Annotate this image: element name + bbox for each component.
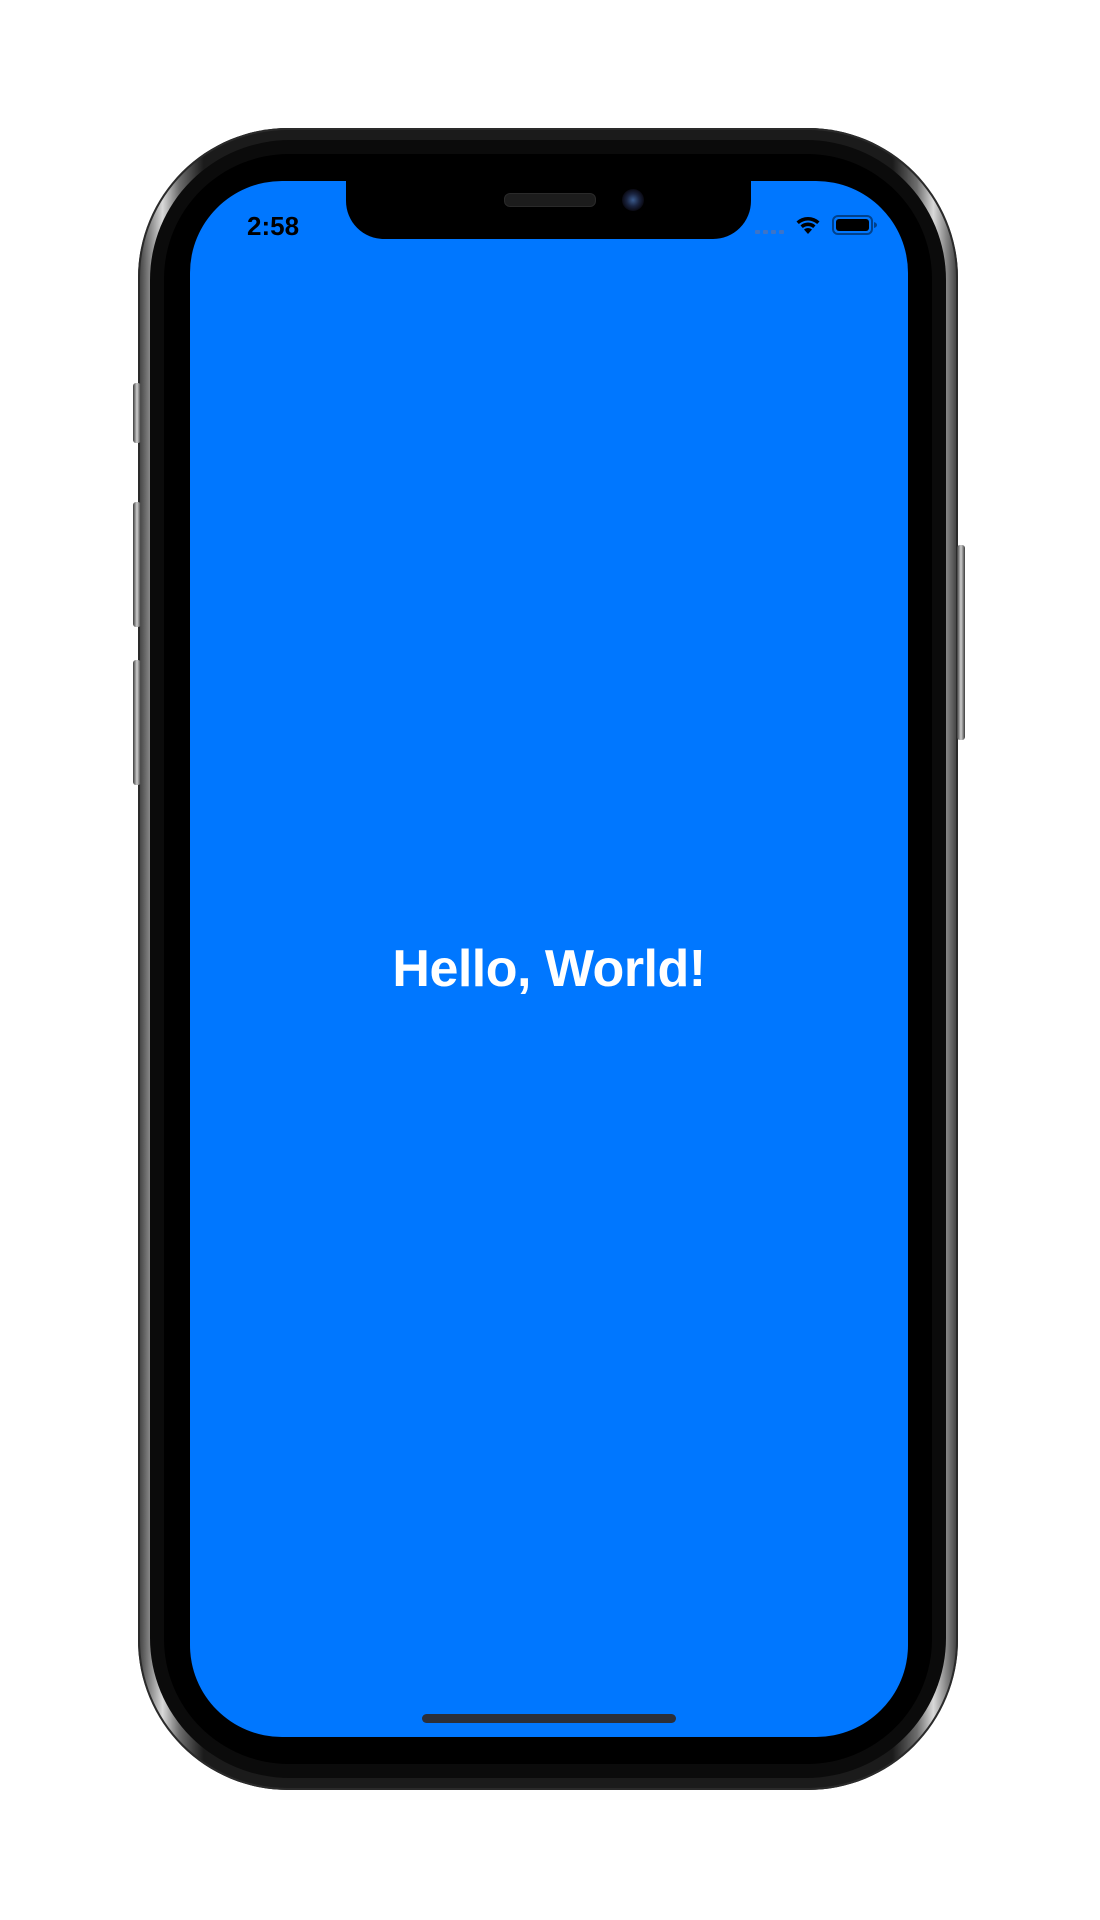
app-screen: 2:58 Hello, World!: [190, 181, 908, 1737]
side-power-button: [957, 545, 965, 740]
silent-switch: [133, 383, 141, 443]
earpiece-speaker: [504, 193, 596, 207]
volume-down-button: [133, 660, 141, 785]
cellular-signal-icon: [755, 216, 784, 234]
camera-notch: [346, 181, 751, 239]
volume-up-button: [133, 502, 141, 627]
hello-world-label: Hello, World!: [392, 940, 706, 998]
status-bar-time: 2:58: [247, 211, 300, 241]
battery-icon: [832, 214, 878, 236]
wifi-icon: [794, 214, 822, 236]
home-indicator[interactable]: [422, 1714, 676, 1723]
front-camera-icon: [622, 189, 644, 211]
status-bar-indicators: [755, 211, 878, 239]
